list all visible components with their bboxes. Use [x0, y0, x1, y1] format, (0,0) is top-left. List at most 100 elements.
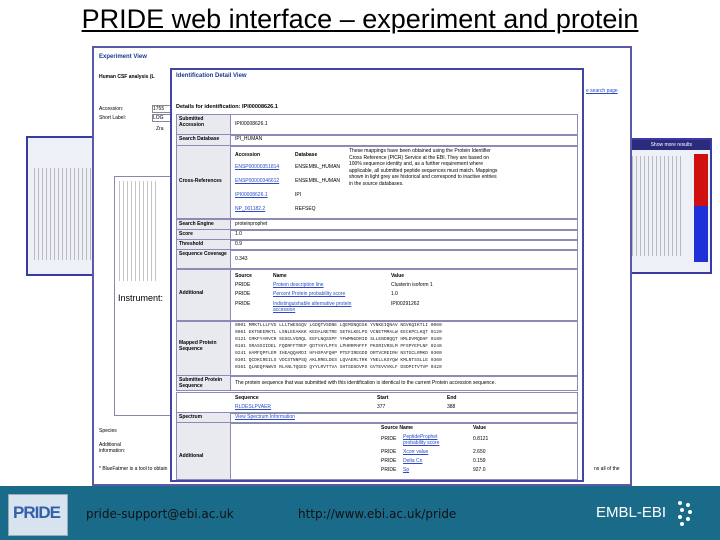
mapped-label: Mapped Protein Sequence — [177, 322, 231, 376]
add2-source-2: PRIDE — [381, 449, 397, 455]
support-email[interactable]: pride-support@ebi.ac.uk — [86, 507, 234, 521]
sequence-line-4: 0181 SRASSIIDEL FQDRFFTREP QDTYHYLPFS LP… — [235, 344, 442, 349]
add-source-3: PRIDE — [235, 301, 251, 307]
xref-accession-1[interactable]: ENSP00000351814 — [235, 164, 279, 170]
add2-col-source: Source Name — [381, 425, 413, 431]
xref-db-1: ENSEMBL_HUMAN — [295, 164, 341, 170]
submitted-sequence-row: Submitted Protein Sequence The protein s… — [176, 375, 578, 391]
search-engine-value: proteinprophet — [235, 221, 268, 227]
short-label-value: LOG — [152, 114, 172, 122]
add-source-1: PRIDE — [235, 282, 251, 288]
pep-col-end: End — [447, 395, 457, 401]
peptide-start: 377 — [377, 404, 386, 410]
additional2-row: Additional Source Name Value PRIDE Pepti… — [176, 422, 578, 480]
instrument-graphic — [119, 181, 159, 281]
sequence-line-7: 0361 QLNEQFNWVS RLANLTQGED QYYLRVTTVA SH… — [235, 365, 442, 370]
accession-value: 1755 — [152, 105, 172, 113]
submitted-accession-row: Submitted Accession IPI00008626.1 — [176, 114, 578, 136]
bluefatmer-note: * BlueFatmer is a tool to obtain — [99, 466, 168, 472]
sequence-line-6: 0301 QCDKCREILS VDCSTNNPSQ AKLRRELDES LQ… — [235, 358, 442, 363]
cross-references-row: Cross-References Accession Database ENSP… — [176, 145, 578, 219]
sequence-line-2: 0061 EKTNEERKTL LSNLEEAKKK KEDALNETRE SE… — [235, 330, 442, 335]
add-name-3[interactable]: Indistinguishable alternative protein ac… — [273, 301, 373, 313]
score-value: 1.0 — [235, 231, 242, 237]
experiment-subtitle: Human CSF analysis (L — [99, 74, 155, 80]
add2-name-2[interactable]: Xcorr value — [403, 449, 428, 455]
peptide-sequence[interactable]: RLDESLPVAER — [235, 404, 271, 410]
add-col-name: Name — [273, 273, 287, 279]
xref-db-2: ENSEMBL_HUMAN — [295, 178, 341, 184]
search-db-value: IPI_HUMAN — [235, 136, 263, 142]
xref-accession-3[interactable]: IPI00008626.1 — [235, 192, 268, 198]
blue-intensity-bar — [694, 206, 708, 262]
xref-col-accession: Accession — [235, 152, 261, 158]
short-label-label: Short Label: — [99, 115, 126, 121]
add-col-source: Source — [235, 273, 252, 279]
add2-col-value: Value — [473, 425, 487, 431]
peptide-end: 388 — [447, 404, 456, 410]
xref-label: Cross-References — [177, 146, 231, 218]
submitted-seq-note: The protein sequence that was submitted … — [235, 380, 496, 386]
xref-col-database: Database — [295, 152, 318, 158]
add2-value-1: 0.8121 — [473, 436, 489, 442]
add-value-1: Clusterin isoform 1 — [391, 282, 433, 288]
experiment-view-title: Experiment View — [99, 54, 147, 60]
pride-url[interactable]: http://www.ebi.ac.uk/pride — [298, 507, 456, 521]
additional-label: Additional — [177, 270, 231, 320]
add-source-2: PRIDE — [235, 291, 251, 297]
add2-source-1: PRIDE — [381, 436, 397, 442]
search-page-link[interactable]: e search page — [586, 88, 618, 94]
submitted-seq-label: Submitted Protein Sequence — [177, 376, 231, 390]
identification-detail-window: Identification Detail View Details for i… — [170, 68, 584, 482]
sequence-line-5: 0241 HAMFQPFLEM IHEAQQAMDI HFHSPAFQHP PT… — [235, 351, 442, 356]
add-value-3: IPI00291262 — [391, 301, 420, 307]
add2-value-2: 2.650 — [473, 449, 486, 455]
add2-source-4: PRIDE — [381, 467, 397, 473]
show-more-link[interactable]: Show more results — [651, 142, 692, 148]
xref-db-4: REFSEQ — [295, 206, 316, 212]
accession-label: Accession: — [99, 106, 124, 112]
pep-col-start: Start — [377, 395, 389, 401]
embl-ebi-logo-text: EMBL-EBI — [596, 504, 667, 521]
coverage-label: Sequence Coverage — [177, 250, 231, 268]
pep-col-sequence: Sequence — [235, 395, 259, 401]
add2-source-3: PRIDE — [381, 458, 397, 464]
additional-row: Additional Source Name Value PRIDE Prote… — [176, 269, 578, 321]
submitted-accession-label: Submitted Accession — [177, 115, 231, 135]
instrument-label: Instrument: — [118, 293, 164, 303]
add-name-2[interactable]: Percent Protein probability score — [273, 291, 345, 297]
add2-name-4[interactable]: Sp — [403, 467, 409, 473]
add2-value-3: 0.159 — [473, 458, 486, 464]
add2-value-4: 927.0 — [473, 467, 486, 473]
add2-name-1[interactable]: PeptideProphet probability score — [403, 434, 459, 446]
add-name-1[interactable]: Protein description line — [273, 282, 324, 288]
slide-title: PRIDE web interface – experiment and pro… — [81, 4, 639, 34]
left-pane-graphic — [34, 168, 94, 260]
add-col-value: Value — [391, 273, 405, 279]
sequence-line-1: 0001 MMKTLLLFVG LLLTWESGQV LGDQTVSDNE LQ… — [235, 323, 442, 328]
extra-value: Zra — [156, 126, 164, 132]
coverage-row: Sequence Coverage 0.343 — [176, 249, 578, 269]
add2-name-3[interactable]: Delta Cn — [403, 458, 422, 464]
xref-accession-2[interactable]: ENSP00000346612 — [235, 178, 279, 184]
xref-accession-4[interactable]: NP_001182.2 — [235, 206, 265, 212]
spectrum-link[interactable]: View Spectrum Information — [235, 414, 575, 420]
details-title: Details for identification: IPI00008626.… — [176, 104, 278, 110]
additional2-label: Additional — [177, 423, 231, 479]
threshold-value: 0.9 — [235, 241, 242, 247]
ident-title: Identification Detail View — [176, 73, 247, 79]
embl-ebi-helix-icon — [678, 501, 692, 526]
sequence-line-3: 0121 CMKFYARVCR SGSGLVGRQL EEFLNQSSPF YF… — [235, 337, 442, 342]
xref-db-3: IPI — [295, 192, 302, 198]
red-intensity-bar — [694, 154, 708, 206]
ident-header: Identification Detail View — [172, 70, 582, 84]
pride-logo-text: PRIDE — [13, 503, 61, 522]
mapped-sequence-row: Mapped Protein Sequence 0001 MMKTLLLFVG … — [176, 321, 578, 377]
add-value-2: 1.0 — [391, 291, 398, 297]
additional-info-label: Additional information: — [99, 442, 126, 454]
coverage-value: 0.343 — [235, 256, 248, 262]
pride-logo: PRIDE — [8, 494, 68, 536]
xref-note: These mappings have been obtained using … — [349, 148, 498, 187]
peptide-row: Sequence Start End RLDESLPVAER 377 388 — [176, 392, 578, 414]
right-note: ns all of the — [594, 466, 620, 472]
